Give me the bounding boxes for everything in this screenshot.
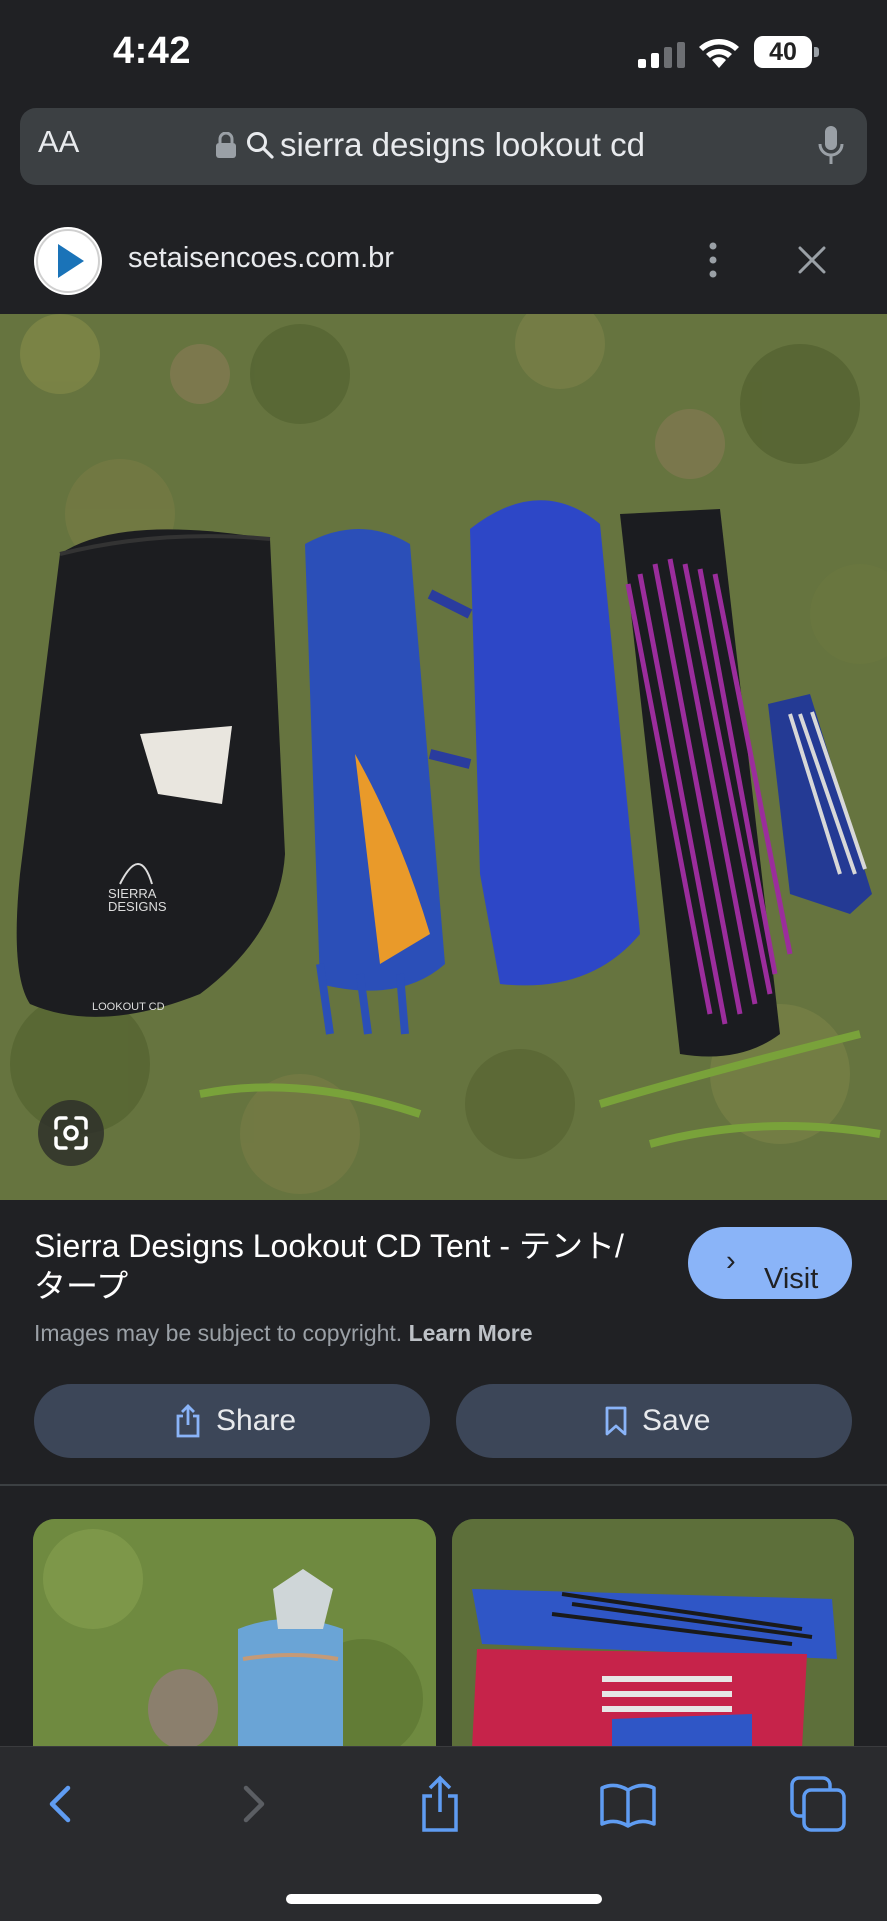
home-indicator xyxy=(286,1894,602,1904)
section-divider xyxy=(0,1484,887,1486)
lens-search-button[interactable] xyxy=(38,1100,104,1166)
share-label: Share xyxy=(216,1404,297,1437)
wifi-icon xyxy=(699,39,739,68)
bag-model-text: LOOKOUT CD xyxy=(92,1001,165,1013)
close-icon[interactable] xyxy=(796,244,828,276)
tent-packed-photo: SIERRA DESIGNS LOOKOUT CD xyxy=(0,314,887,1200)
share-icon[interactable] xyxy=(410,1774,470,1834)
back-arrow-icon[interactable] xyxy=(32,1774,92,1834)
save-label: Save xyxy=(642,1404,711,1437)
related-image-2[interactable] xyxy=(452,1519,854,1749)
battery-icon: 40 xyxy=(754,36,820,68)
visit-label: Visit › xyxy=(726,1245,819,1295)
copyright-text: Images may be subject to copyright. xyxy=(34,1320,403,1346)
forward-arrow-icon[interactable] xyxy=(222,1774,282,1834)
site-domain[interactable]: setaisencoes.com.br xyxy=(128,242,394,275)
microphone-icon[interactable] xyxy=(818,126,844,166)
learn-more-link[interactable]: Learn More xyxy=(409,1320,533,1346)
lens-icon xyxy=(54,1116,88,1150)
cellular-signal-icon xyxy=(638,42,685,68)
main-result-image[interactable]: SIERRA DESIGNS LOOKOUT CD xyxy=(0,314,887,1200)
battery-level: 40 xyxy=(769,38,797,66)
lock-icon xyxy=(216,132,236,158)
search-query-text[interactable]: sierra designs lookout cd xyxy=(280,126,645,164)
play-logo-icon xyxy=(36,229,100,293)
related-photo-1 xyxy=(33,1519,436,1749)
status-time: 4:42 xyxy=(113,30,192,72)
book-icon[interactable] xyxy=(598,1774,658,1834)
related-image-1[interactable] xyxy=(33,1519,436,1749)
bag-brand-line2: DESIGNS xyxy=(108,899,167,914)
more-options-icon[interactable] xyxy=(701,240,725,280)
related-photo-2 xyxy=(452,1519,854,1749)
result-title[interactable]: Sierra Designs Lookout CD Tent - テント/タープ xyxy=(34,1226,634,1306)
save-button[interactable]: Save xyxy=(456,1384,852,1458)
aa-label: AA xyxy=(38,124,80,159)
bookmark-icon xyxy=(605,1406,627,1436)
reader-aa-button[interactable]: AA xyxy=(38,124,79,160)
copyright-note: Images may be subject to copyright. Lear… xyxy=(34,1320,533,1347)
search-icon xyxy=(247,132,274,159)
site-favicon xyxy=(34,227,102,295)
visit-button[interactable]: Visit › xyxy=(688,1227,852,1299)
share-icon xyxy=(176,1404,200,1438)
share-button[interactable]: Share xyxy=(34,1384,430,1458)
tabs-icon[interactable] xyxy=(788,1774,848,1834)
